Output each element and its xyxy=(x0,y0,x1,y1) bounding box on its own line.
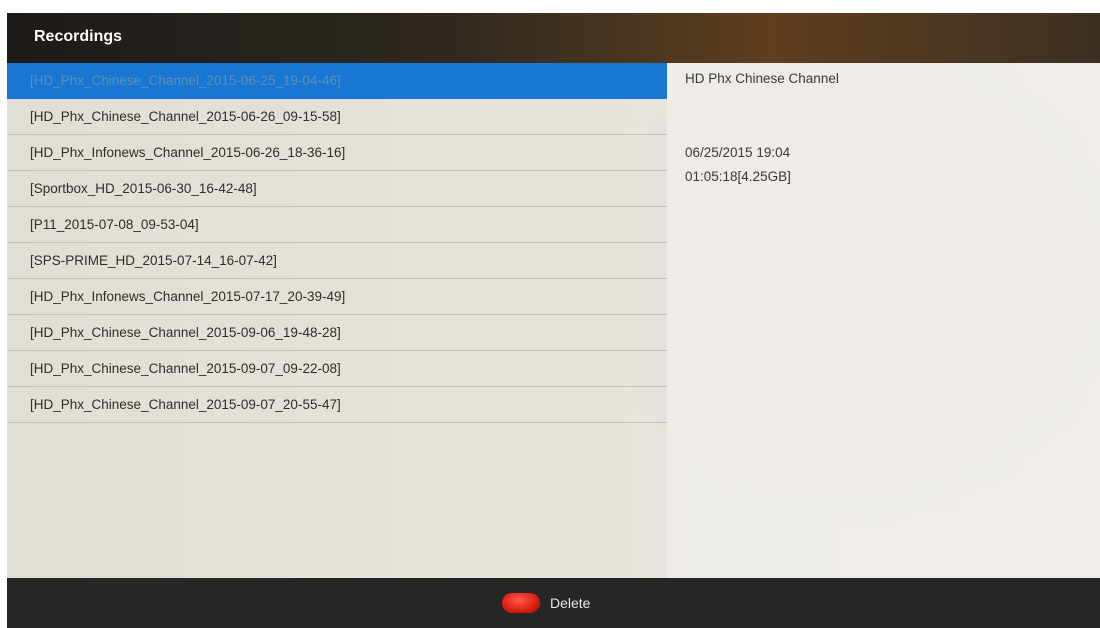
header-bar: Recordings xyxy=(7,13,1100,63)
recording-item-label: [HD_Phx_Chinese_Channel_2015-06-25_19-04… xyxy=(30,73,341,88)
recording-item-label: [HD_Phx_Chinese_Channel_2015-09-07_09-22… xyxy=(30,361,341,376)
red-button-icon xyxy=(502,593,540,613)
delete-button[interactable]: Delete xyxy=(502,590,590,616)
recording-item[interactable]: [P11_2015-07-08_09-53-04] xyxy=(7,207,667,243)
recording-item[interactable]: [HD_Phx_Chinese_Channel_2015-09-07_09-22… xyxy=(7,351,667,387)
recording-item[interactable]: [HD_Phx_Chinese_Channel_2015-09-07_20-55… xyxy=(7,387,667,423)
recording-item-label: [SPS-PRIME_HD_2015-07-14_16-07-42] xyxy=(30,253,277,268)
recording-details: HD Phx Chinese Channel 06/25/2015 19:04 … xyxy=(667,63,1100,578)
recording-item-label: [P11_2015-07-08_09-53-04] xyxy=(30,217,199,232)
detail-duration-size: 01:05:18[4.25GB] xyxy=(685,169,791,184)
footer-bar: Delete xyxy=(7,578,1100,628)
recording-item[interactable]: [HD_Phx_Chinese_Channel_2015-06-26_09-15… xyxy=(7,99,667,135)
recording-item-label: [HD_Phx_Chinese_Channel_2015-09-07_20-55… xyxy=(30,397,341,412)
recording-item[interactable]: [HD_Phx_Chinese_Channel_2015-06-25_19-04… xyxy=(7,63,667,99)
recording-item-label: [HD_Phx_Chinese_Channel_2015-09-06_19-48… xyxy=(30,325,341,340)
detail-datetime: 06/25/2015 19:04 xyxy=(685,145,791,160)
recording-item[interactable]: [HD_Phx_Infonews_Channel_2015-07-17_20-3… xyxy=(7,279,667,315)
recording-item[interactable]: [Sportbox_HD_2015-06-30_16-42-48] xyxy=(7,171,667,207)
recording-item-label: [HD_Phx_Infonews_Channel_2015-06-26_18-3… xyxy=(30,145,346,160)
recordings-list: [HD_Phx_Chinese_Channel_2015-06-25_19-04… xyxy=(7,63,667,578)
recordings-screen: Recordings [HD_Phx_Chinese_Channel_2015-… xyxy=(7,13,1100,628)
detail-channel: HD Phx Chinese Channel xyxy=(685,71,839,86)
recording-item-label: [HD_Phx_Infonews_Channel_2015-07-17_20-3… xyxy=(30,289,346,304)
delete-label: Delete xyxy=(550,595,591,611)
page-title: Recordings xyxy=(34,28,123,45)
recording-item[interactable]: [HD_Phx_Infonews_Channel_2015-06-26_18-3… xyxy=(7,135,667,171)
recording-item-label: [Sportbox_HD_2015-06-30_16-42-48] xyxy=(30,181,257,196)
recording-item[interactable]: [SPS-PRIME_HD_2015-07-14_16-07-42] xyxy=(7,243,667,279)
recording-item-label: [HD_Phx_Chinese_Channel_2015-06-26_09-15… xyxy=(30,109,341,124)
recording-item[interactable]: [HD_Phx_Chinese_Channel_2015-09-06_19-48… xyxy=(7,315,667,351)
